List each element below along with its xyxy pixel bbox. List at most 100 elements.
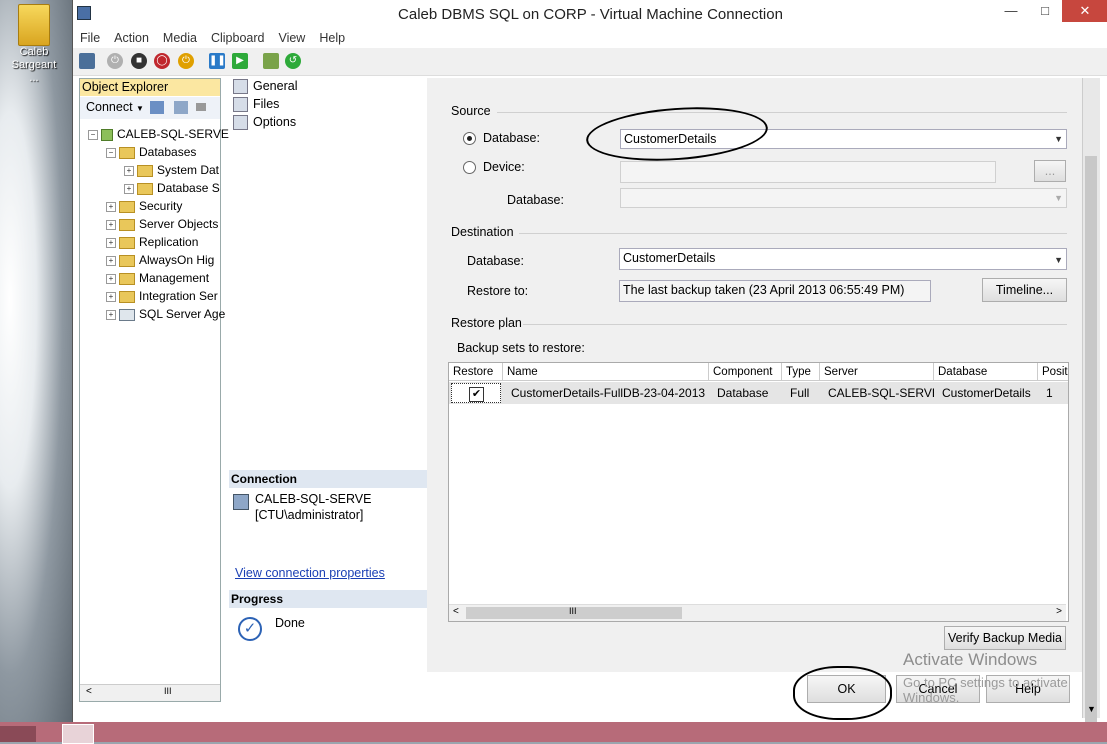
source-heading: Source [451,104,491,118]
row-database: CustomerDetails [942,386,1031,400]
tree-node-management[interactable]: + Management [106,269,209,287]
source-device-label: Device: [483,160,525,174]
page-label: Files [253,97,280,111]
column-header[interactable]: Type [782,363,820,381]
device-path-input[interactable] [620,161,996,183]
page-files[interactable]: Files [233,97,280,113]
ctrl-alt-del-icon[interactable] [79,53,95,69]
row-position: 1 [1046,386,1053,400]
column-header[interactable]: Server [820,363,934,381]
tree-node-replication[interactable]: + Replication [106,233,198,251]
connect-server-icon[interactable] [150,101,164,114]
turn-off-icon[interactable]: ■ [131,53,147,69]
source-device-database-select[interactable]: ▼ [620,188,1067,208]
tree-node-server-objects[interactable]: + Server Objects [106,215,218,233]
server-icon [101,128,113,141]
column-header[interactable]: Restore [449,363,503,381]
menu-media[interactable]: Media [156,28,204,48]
taskbar-app-icon[interactable] [62,724,94,744]
object-explorer-panel: Object Explorer Connect ▼ − CALEB-SQL-SER… [79,78,229,702]
scroll-left-icon[interactable]: < [453,606,459,617]
menu-file[interactable]: File [73,28,107,48]
column-header[interactable]: Name [503,363,709,381]
stop-icon[interactable] [196,103,206,111]
tree-node-databases[interactable]: − Databases [106,143,196,161]
shutdown-icon[interactable]: ◯ [154,53,170,69]
vm-vertical-scrollbar[interactable]: ▼ [1082,78,1100,726]
folder-icon [18,4,50,46]
disconnect-icon[interactable] [174,101,188,114]
table-row[interactable]: ✔ CustomerDetails-FullDB-23-04-2013 Data… [449,382,1068,404]
page-general[interactable]: General [233,79,297,95]
desktop-background [0,0,72,742]
menu-help[interactable]: Help [312,28,352,48]
scroll-left-icon[interactable]: < [86,686,92,697]
pause-icon[interactable]: ❚❚ [209,53,226,69]
restore-checkbox[interactable]: ✔ [469,387,484,402]
vm-connection-window: Caleb DBMS SQL on CORP - Virtual Machine… [72,0,1107,726]
tree-label: Database S [157,181,220,195]
connect-dropdown[interactable]: Connect ▼ [86,100,144,114]
destination-database-value: CustomerDetails [623,251,716,265]
tree-node-sql-agent[interactable]: + SQL Server Age [106,305,225,323]
tree-label: System Dat [157,163,220,177]
tree-node-server[interactable]: − CALEB-SQL-SERVE [88,125,229,143]
column-header[interactable]: Database [934,363,1038,381]
minimize-button[interactable]: — [994,0,1028,22]
restore-to-field: The last backup taken (23 April 2013 06:… [619,280,931,302]
column-header[interactable]: Positi [1038,363,1068,381]
scroll-thumb[interactable] [1085,156,1097,726]
destination-database-select[interactable]: CustomerDetails ▼ [619,248,1067,270]
backup-sets-grid: Restore Name Component Type Server Datab… [448,362,1069,622]
scroll-down-icon[interactable]: ▼ [1087,704,1096,714]
start-button[interactable] [0,726,36,742]
save-state-icon[interactable]: ⏻ [178,53,194,69]
start-icon[interactable]: ⏻ [107,53,123,69]
tree-node-database-snapshots[interactable]: + Database S [124,179,220,197]
tree-label: Management [139,271,210,285]
expand-icon: + [124,165,134,176]
divider [523,324,1067,325]
expand-icon: + [106,273,116,284]
timeline-button[interactable]: Timeline... [982,278,1067,302]
menu-view[interactable]: View [271,28,312,48]
source-database-radio[interactable] [463,132,476,145]
revert-icon[interactable]: ↺ [285,53,301,69]
grid-horizontal-scrollbar[interactable]: < III > [449,604,1066,621]
desktop-folder-icon[interactable]: Caleb Sargeant ... [10,4,58,84]
collapse-icon: − [88,129,98,140]
resume-icon[interactable]: ▶ [232,53,248,69]
tree-node-alwayson[interactable]: + AlwaysOn Hig [106,251,214,269]
verify-backup-media-button[interactable]: Verify Backup Media [944,626,1066,650]
scroll-right-icon[interactable]: > [1056,606,1062,617]
folder-icon [119,200,135,213]
tree-node-security[interactable]: + Security [106,197,182,215]
progress-status: Done [275,616,305,630]
title-bar: Caleb DBMS SQL on CORP - Virtual Machine… [73,0,1107,28]
scroll-grip[interactable]: III [164,686,172,696]
tree-node-integration-services[interactable]: + Integration Ser [106,287,218,305]
expand-icon: + [106,201,116,212]
page-options[interactable]: Options [233,115,296,131]
expand-icon: + [124,183,134,194]
row-server: CALEB-SQL-SERVE [828,386,934,400]
close-button[interactable]: ✕ [1062,0,1107,22]
browse-device-button[interactable]: ... [1034,160,1066,182]
view-connection-properties-link[interactable]: View connection properties [235,566,385,580]
folder-icon [119,290,135,303]
progress-heading: Progress [229,590,427,608]
column-header[interactable]: Component [709,363,782,381]
menu-clipboard[interactable]: Clipboard [204,28,272,48]
connection-heading: Connection [229,470,427,488]
agent-icon [119,308,135,321]
row-name: CustomerDetails-FullDB-23-04-2013 [511,386,706,400]
tree-node-system-databases[interactable]: + System Dat [124,161,219,179]
maximize-button[interactable]: □ [1028,0,1062,22]
restore-general-page: Source Database: CustomerDetails ▼ Device… [427,78,1082,672]
source-device-radio[interactable] [463,161,476,174]
tree-label: Replication [139,235,199,249]
oe-horizontal-scrollbar[interactable]: < III [80,684,220,701]
checkpoint-icon[interactable] [263,53,279,69]
server-icon [233,494,249,510]
menu-action[interactable]: Action [107,28,156,48]
